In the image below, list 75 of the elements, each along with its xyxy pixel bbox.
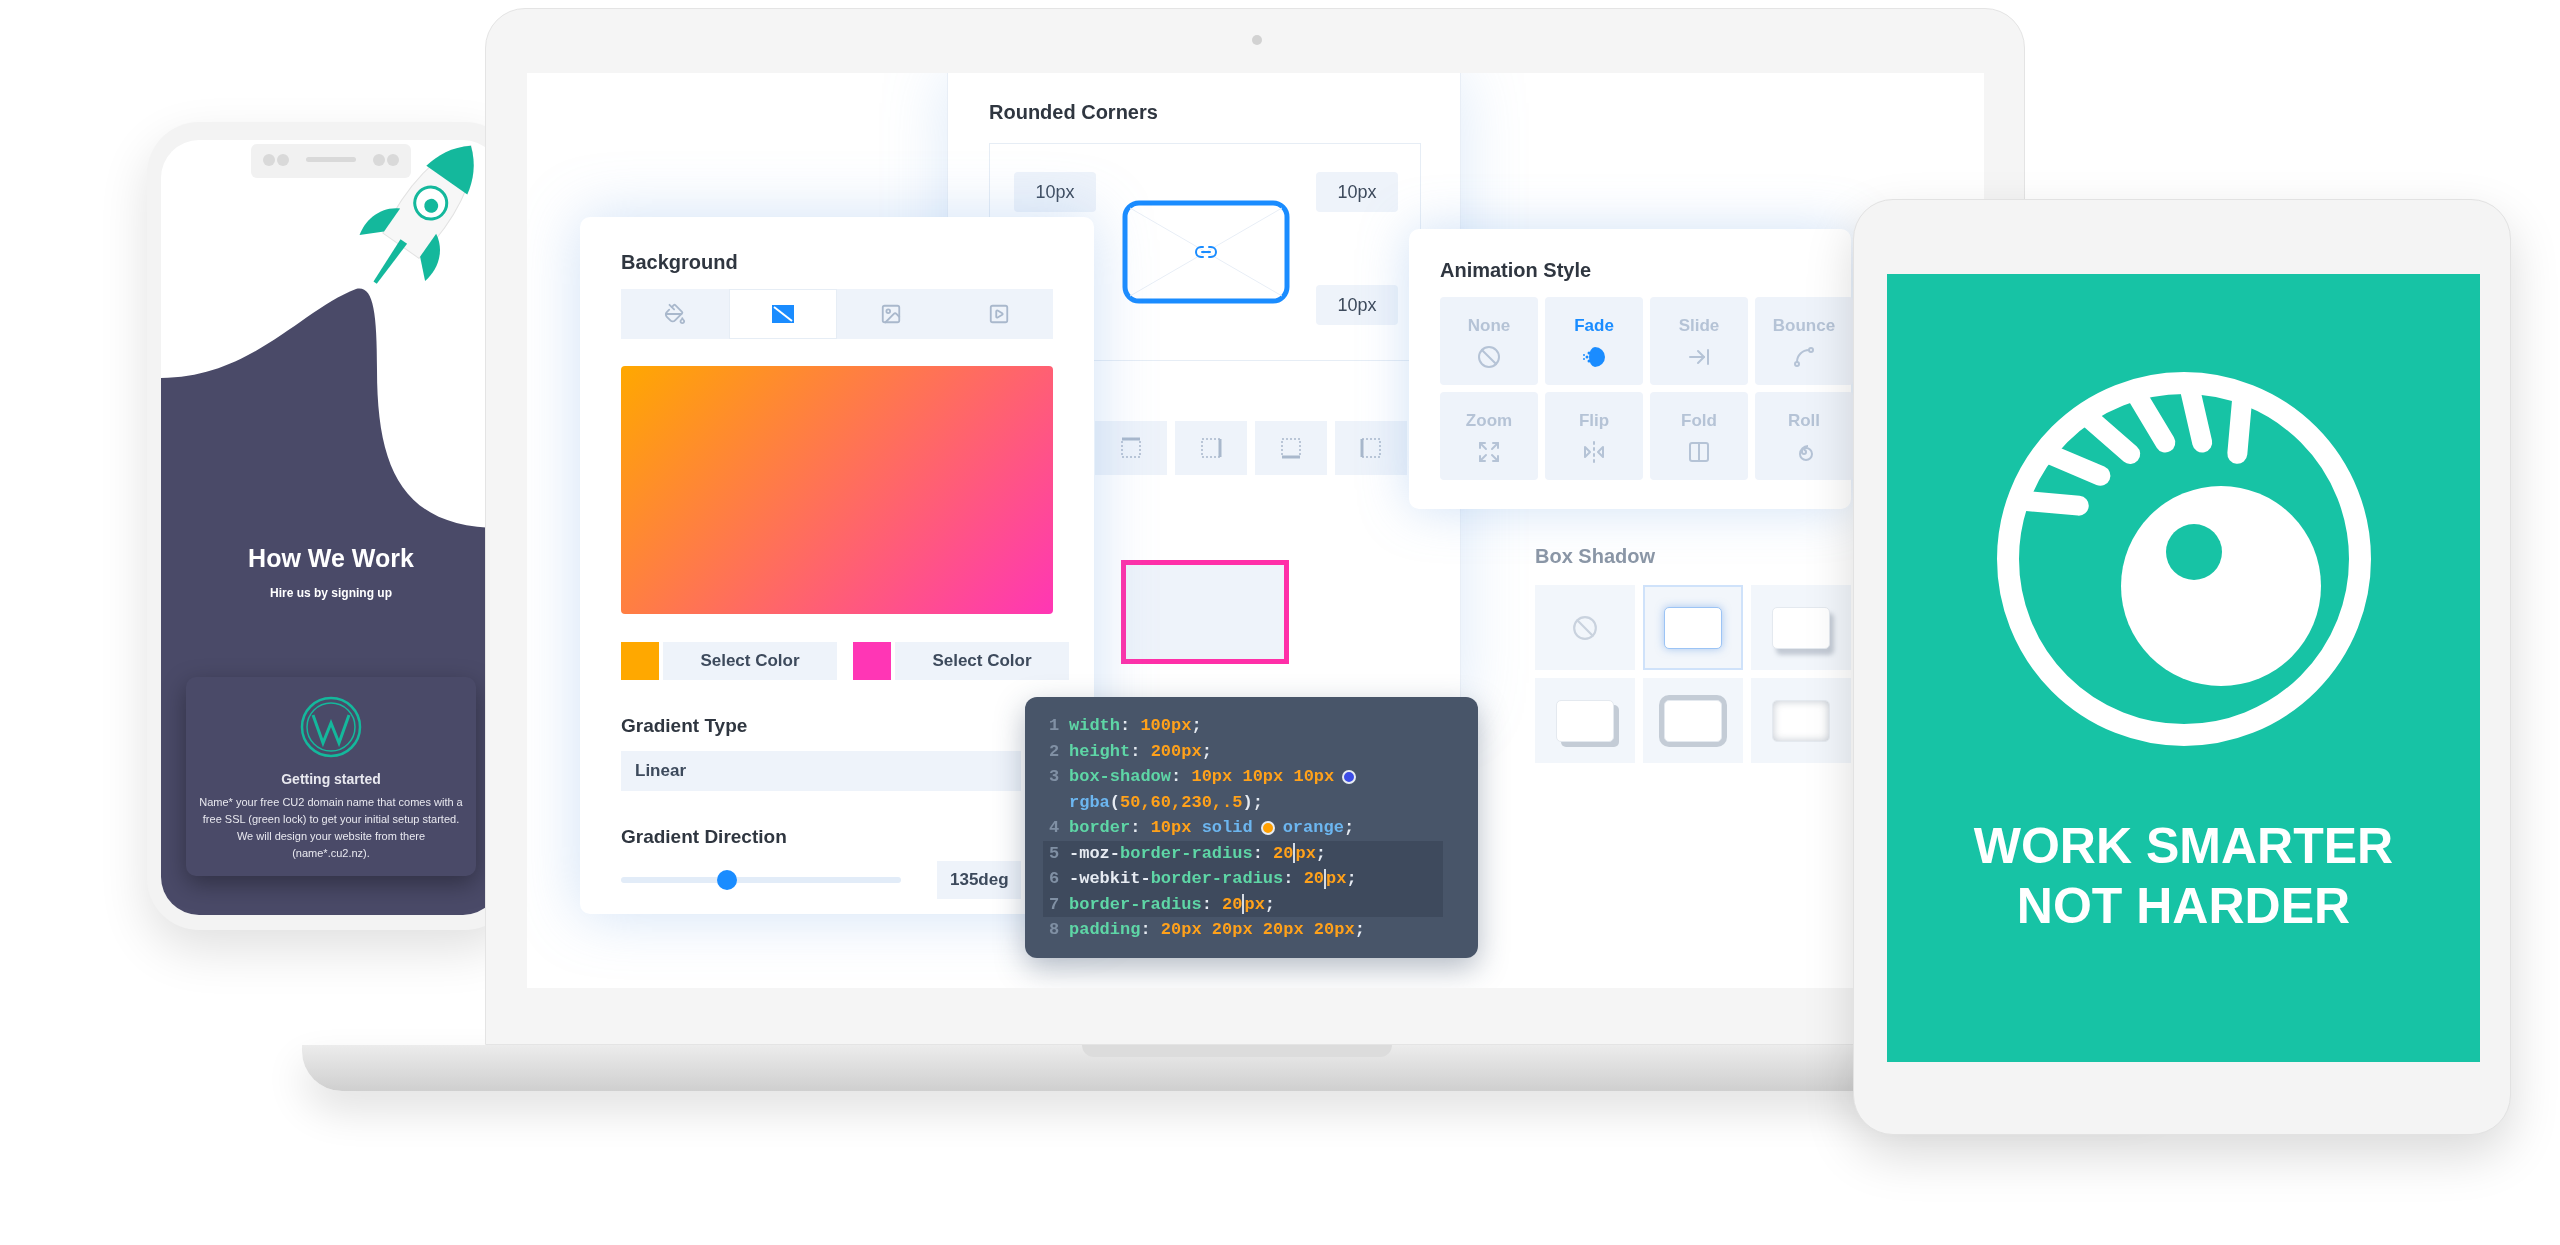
code-text: height: 200px; — [1069, 740, 1212, 763]
page-subheading: Hire us by signing up — [270, 584, 392, 602]
shadow-option[interactable] — [1751, 678, 1851, 763]
camera-icon — [1252, 35, 1262, 45]
code-text: -webkit-border-radius: 20 px; — [1069, 867, 1357, 891]
field-label: Gradient Direction — [621, 824, 788, 849]
code-text: rgba(50,60,230,.5); — [1069, 791, 1263, 814]
corner-value[interactable]: 10px — [1316, 172, 1398, 212]
line-number: 3 — [1049, 766, 1061, 788]
dotted-half-circle-icon — [1581, 344, 1607, 369]
page-heading: How We Work — [248, 543, 414, 574]
wordpress-logo-icon — [299, 694, 363, 759]
code-text: padding: 20px 20px 20px 20px; — [1069, 919, 1365, 941]
shadow-option[interactable] — [1535, 678, 1635, 763]
shadow-option[interactable] — [1643, 678, 1743, 763]
line-number: 5 — [1049, 842, 1061, 865]
link-icon — [1195, 246, 1217, 258]
gradient-type-select[interactable]: Linear — [621, 750, 1021, 791]
select-color-button[interactable]: Select Color — [663, 642, 837, 680]
code-text: -moz-border-radius: 20px; — [1069, 842, 1327, 866]
flip-icon — [1582, 439, 1606, 464]
border-side-button[interactable] — [1175, 421, 1247, 475]
gradient-icon — [771, 304, 795, 324]
border-side-button[interactable] — [1255, 421, 1327, 475]
color-swatch[interactable] — [853, 642, 891, 680]
shadow-option[interactable] — [1535, 585, 1635, 670]
code-text: border: 10px solid — [1069, 817, 1253, 839]
corner-value[interactable]: 10px — [1316, 285, 1398, 325]
animation-option[interactable]: None — [1440, 297, 1538, 385]
expand-icon — [1477, 439, 1501, 464]
slider-thumb[interactable] — [717, 870, 738, 890]
color-swatch[interactable] — [621, 642, 659, 680]
tagline: WORK SMARTER NOT HARDER — [1973, 817, 2394, 936]
animation-option[interactable]: Bounce — [1755, 297, 1853, 385]
corner-value[interactable]: 10px — [1014, 172, 1096, 212]
border-side-icon — [1199, 436, 1223, 460]
border-side-icon — [1119, 436, 1143, 460]
ban-icon — [1572, 614, 1598, 641]
section-title: Box Shadow — [1535, 544, 1656, 569]
panel-title: Animation Style — [1440, 258, 1593, 283]
border-side-icon — [1359, 436, 1383, 460]
animation-option[interactable]: Fade — [1545, 297, 1643, 385]
code-text: width: 100px; — [1069, 715, 1202, 737]
line-number: 8 — [1049, 919, 1061, 941]
line-number: 6 — [1049, 868, 1061, 890]
shadow-option[interactable] — [1751, 585, 1851, 670]
field-label: Gradient Type — [621, 714, 749, 738]
animation-option[interactable]: Zoom — [1440, 392, 1538, 480]
animation-option[interactable]: Fold — [1650, 392, 1748, 480]
code-text: orange; — [1282, 817, 1355, 839]
code-text: border-radius: 20px; — [1069, 893, 1276, 917]
border-side-icon — [1279, 436, 1303, 460]
shadow-option[interactable] — [1643, 585, 1743, 670]
line-number: 2 — [1049, 740, 1061, 763]
play-icon — [988, 303, 1010, 325]
panel-title: Background — [621, 250, 739, 275]
panel-title: Rounded Corners — [989, 100, 1159, 125]
line-number: 7 — [1049, 893, 1061, 916]
line-number: 1 — [1049, 715, 1061, 737]
border-side-button[interactable] — [1335, 421, 1407, 475]
border-side-button[interactable] — [1095, 421, 1167, 475]
card-title: Getting started — [281, 769, 381, 789]
ban-icon — [1477, 344, 1501, 369]
select-color-button[interactable]: Select Color — [895, 642, 1069, 680]
animation-option[interactable]: Roll — [1755, 392, 1853, 480]
code-text: box-shadow: 10px 10px 10px — [1069, 766, 1335, 788]
card-description: Name* your free CU2 domain name that comes with a free SSL (green lock) to get your initial setup started. We will design your website from there (name*.cu2.nz). — [198, 794, 464, 861]
image-icon — [880, 303, 902, 325]
animation-option[interactable]: Flip — [1545, 392, 1643, 480]
fold-icon — [1687, 439, 1711, 464]
paint-bucket-icon — [664, 303, 686, 325]
direction-value-field[interactable]: 135deg — [937, 861, 1021, 899]
line-number: 4 — [1049, 817, 1061, 839]
animation-option[interactable]: Slide — [1650, 297, 1748, 385]
curve-icon — [1792, 344, 1816, 369]
